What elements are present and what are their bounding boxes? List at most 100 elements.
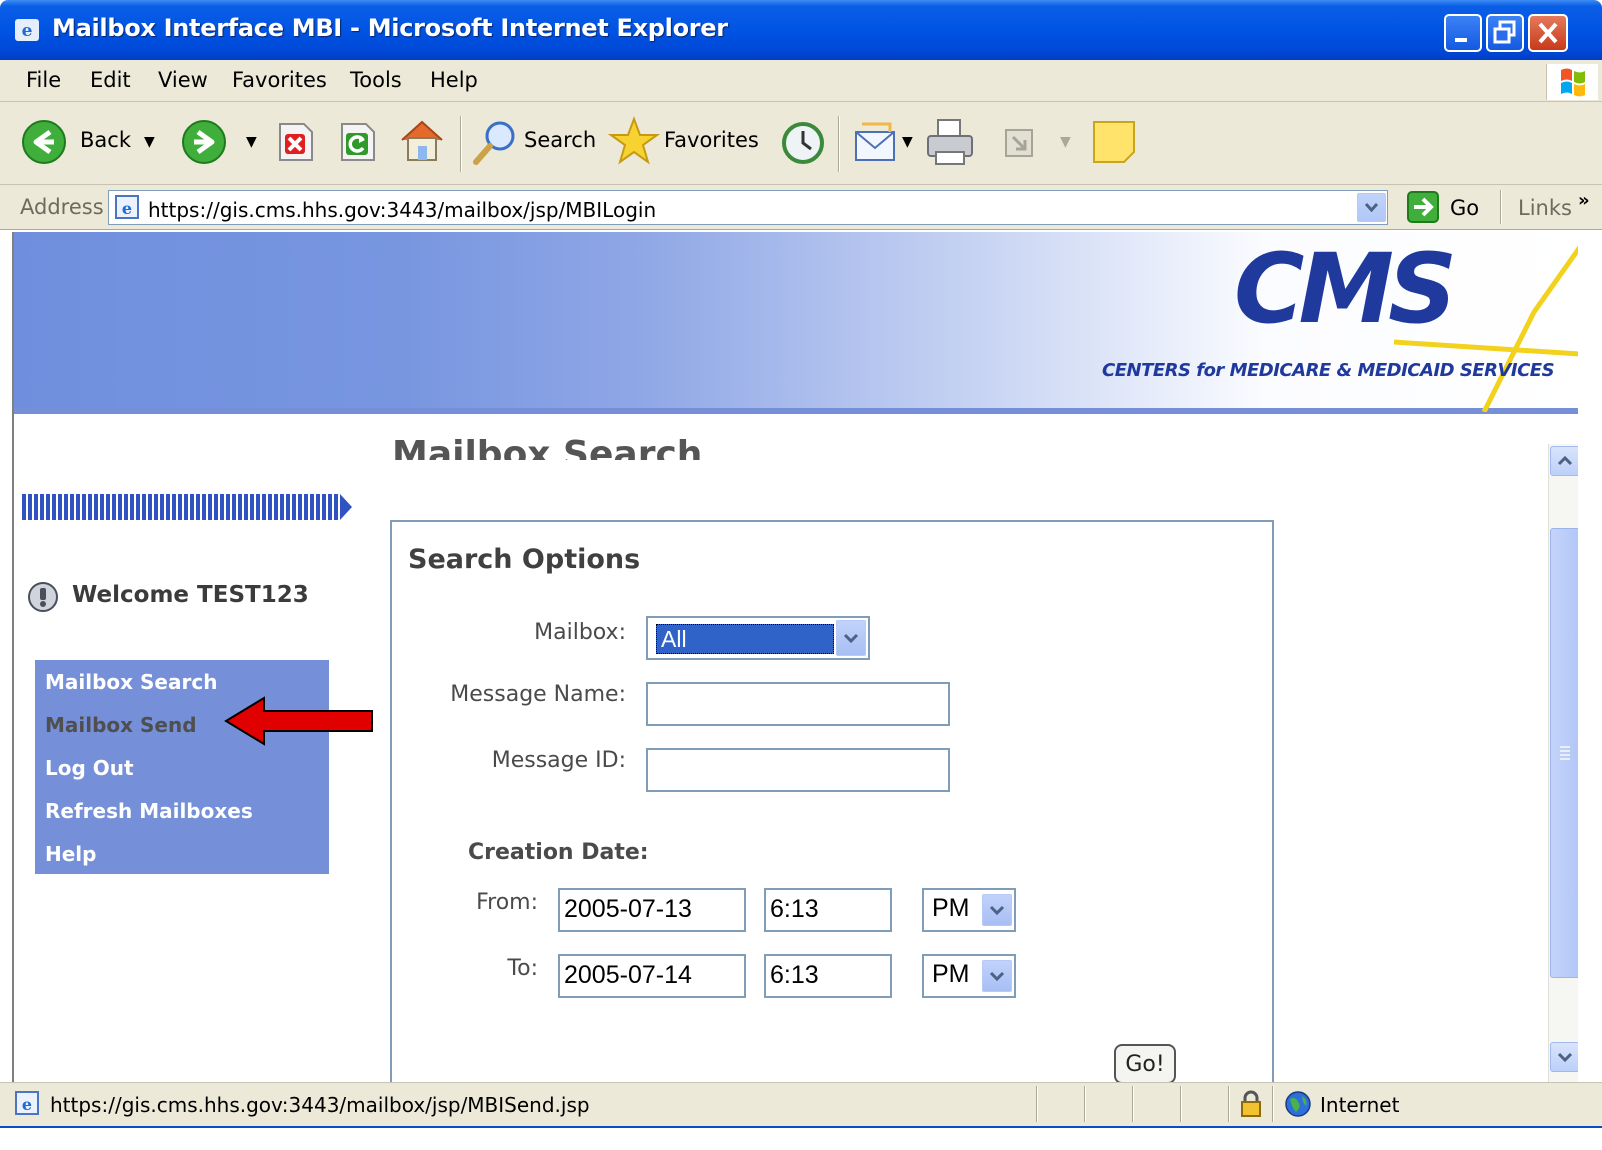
welcome-message: Welcome TEST123 — [72, 582, 309, 608]
from-date-input[interactable]: 2005-07-13 — [558, 888, 746, 932]
from-ampm-dropdown-button[interactable] — [982, 894, 1012, 926]
chevron-down-icon — [989, 971, 1005, 982]
address-dropdown-button[interactable] — [1357, 193, 1386, 222]
status-separator — [1132, 1086, 1134, 1122]
status-separator — [1180, 1086, 1182, 1122]
from-ampm-select[interactable]: PM — [922, 888, 1016, 932]
mail-icon — [855, 122, 895, 161]
message-name-input[interactable] — [646, 682, 950, 726]
page-viewport: CMS CENTERS for MEDICARE & MEDICAID SERV… — [12, 232, 1578, 1098]
mailbox-label: Mailbox: — [534, 620, 626, 645]
back-label[interactable]: Back — [80, 128, 131, 152]
search-button[interactable] — [470, 118, 520, 172]
sidebar-nav: Mailbox Search Mailbox Send Log Out Refr… — [35, 660, 329, 874]
favorites-label[interactable]: Favorites — [664, 128, 759, 152]
restore-button[interactable] — [1486, 14, 1524, 52]
internet-globe-icon — [1285, 1091, 1311, 1117]
edit-page-icon — [1005, 129, 1033, 157]
decorative-bar — [22, 494, 352, 520]
address-separator — [1500, 190, 1502, 224]
note-icon — [1093, 121, 1135, 163]
refresh-button[interactable] — [338, 120, 378, 168]
links-chevron-icon[interactable]: » — [1578, 190, 1590, 211]
menu-edit[interactable]: Edit — [90, 68, 131, 92]
from-time-input[interactable]: 6:13 — [764, 888, 892, 932]
svg-text:e: e — [22, 1095, 32, 1114]
forward-button[interactable] — [180, 118, 228, 170]
chevron-down-icon — [1557, 1052, 1573, 1063]
info-icon — [28, 582, 58, 612]
address-url[interactable]: https://gis.cms.hhs.gov:3443/mailbox/jsp… — [148, 198, 656, 222]
home-button[interactable] — [396, 116, 448, 170]
forward-dropdown-icon[interactable]: ▼ — [246, 134, 257, 150]
stop-button[interactable] — [276, 120, 316, 168]
history-button[interactable] — [780, 120, 826, 170]
back-button[interactable] — [20, 118, 68, 170]
menu-favorites[interactable]: Favorites — [232, 68, 327, 92]
security-zone: Internet — [1320, 1093, 1400, 1117]
go-label[interactable]: Go — [1450, 196, 1479, 220]
menu-file[interactable]: File — [26, 68, 61, 92]
mail-dropdown-icon[interactable]: ▼ — [902, 134, 913, 150]
from-label: From: — [476, 890, 538, 915]
discuss-button[interactable] — [1090, 118, 1138, 170]
toolbar-separator — [460, 116, 462, 172]
scroll-down-button[interactable] — [1550, 1042, 1578, 1072]
go-button[interactable] — [1406, 190, 1440, 228]
status-separator — [1036, 1086, 1038, 1122]
mailbox-dropdown-button[interactable] — [836, 620, 866, 656]
page-title: Mailbox Search — [392, 434, 703, 460]
minimize-icon — [1455, 38, 1467, 42]
to-date-input[interactable]: 2005-07-14 — [558, 954, 746, 998]
to-time-input[interactable]: 6:13 — [764, 954, 892, 998]
grip-icon — [1560, 746, 1570, 760]
edit-page-button[interactable] — [1004, 128, 1036, 164]
svg-text:e: e — [122, 199, 132, 218]
menu-tools[interactable]: Tools — [350, 68, 402, 92]
nav-refresh-mailboxes[interactable]: Refresh Mailboxes — [45, 799, 253, 823]
search-label[interactable]: Search — [524, 128, 596, 152]
ie-icon: e — [15, 19, 39, 41]
address-label: Address — [20, 195, 104, 219]
nav-help[interactable]: Help — [45, 842, 96, 866]
links-label[interactable]: Links — [1518, 196, 1572, 220]
to-ampm-dropdown-button[interactable] — [982, 960, 1012, 992]
print-button[interactable] — [924, 116, 976, 172]
favorites-star-icon — [607, 116, 661, 165]
page-icon: e — [115, 195, 139, 219]
chevron-down-icon — [1364, 202, 1379, 213]
to-ampm-value[interactable]: PM — [932, 960, 970, 989]
to-ampm-select[interactable]: PM — [922, 954, 1016, 998]
menu-help[interactable]: Help — [430, 68, 478, 92]
mailbox-selected-value[interactable]: All — [656, 624, 834, 654]
windows-logo — [1546, 64, 1598, 100]
chevron-down-icon — [989, 905, 1005, 916]
from-ampm-value[interactable]: PM — [932, 894, 970, 923]
stop-icon — [279, 123, 313, 161]
message-id-label: Message ID: — [491, 748, 626, 773]
printer-icon — [927, 119, 973, 165]
scroll-up-button[interactable] — [1550, 446, 1578, 476]
search-options-title: Search Options — [408, 544, 641, 575]
search-options-panel — [390, 520, 1274, 1098]
back-dropdown-icon[interactable]: ▼ — [144, 134, 155, 150]
to-label: To: — [507, 956, 538, 981]
close-button[interactable] — [1528, 14, 1568, 52]
refresh-icon — [341, 123, 375, 161]
nav-mailbox-search[interactable]: Mailbox Search — [45, 670, 217, 694]
message-id-input[interactable] — [646, 748, 950, 792]
window-title: Mailbox Interface MBI - Microsoft Intern… — [52, 14, 728, 42]
favorites-button[interactable] — [607, 116, 661, 172]
cms-logo: CMS — [1234, 242, 1578, 412]
nav-log-out[interactable]: Log Out — [45, 756, 134, 780]
go-search-button[interactable]: Go! — [1114, 1044, 1176, 1084]
restore-icon — [1493, 20, 1516, 44]
mail-button[interactable] — [852, 120, 900, 170]
back-arrow-icon — [22, 120, 66, 164]
nav-mailbox-send[interactable]: Mailbox Send — [45, 713, 197, 737]
menu-view[interactable]: View — [158, 68, 208, 92]
scroll-thumb[interactable] — [1550, 528, 1578, 978]
chevron-down-icon — [843, 633, 859, 644]
exclamation-icon — [40, 588, 46, 607]
minimize-button[interactable] — [1444, 14, 1482, 52]
